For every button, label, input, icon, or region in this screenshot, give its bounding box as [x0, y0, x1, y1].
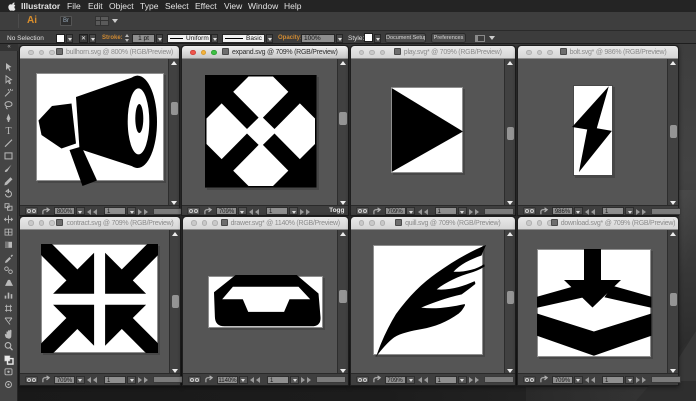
svg-text:T: T: [5, 126, 11, 137]
